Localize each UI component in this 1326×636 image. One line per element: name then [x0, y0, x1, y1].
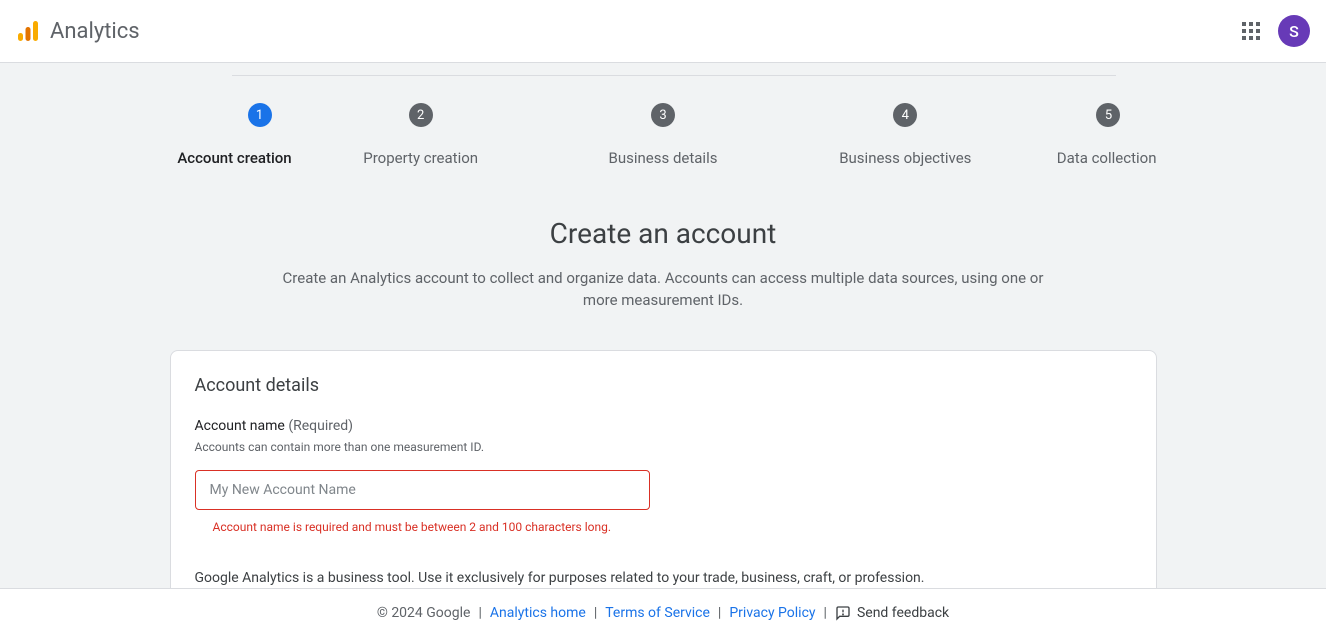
step-number: 4 [893, 103, 917, 127]
field-help: Accounts can contain more than one measu… [195, 440, 1132, 454]
step-number: 2 [409, 103, 433, 127]
link-analytics-home[interactable]: Analytics home [490, 605, 586, 621]
step-label: Business details [609, 149, 718, 167]
step-connector [762, 75, 986, 76]
page-subtitle: Create an Analytics account to collect a… [278, 268, 1048, 312]
link-privacy-policy[interactable]: Privacy Policy [729, 605, 815, 621]
separator: | [478, 605, 481, 621]
copyright: © 2024 Google [377, 605, 471, 621]
separator: | [718, 605, 721, 621]
account-details-card: Account details Account name (Required) … [170, 350, 1157, 613]
content-area: 1 Account creation 2 Property creation 3… [0, 63, 1326, 636]
app-header: Analytics S [0, 0, 1326, 63]
step-connector [562, 75, 762, 76]
step-label: Property creation [363, 149, 478, 167]
link-terms-of-service[interactable]: Terms of Service [605, 605, 710, 621]
step-number: 3 [651, 103, 675, 127]
avatar-letter: S [1289, 22, 1299, 41]
step-label: Data collection [1057, 149, 1157, 167]
stepper: 1 Account creation 2 Property creation 3… [170, 63, 1157, 167]
apps-grid-icon[interactable] [1242, 22, 1260, 40]
feedback-label: Send feedback [857, 605, 949, 621]
step-business-objectives[interactable]: 4 Business objectives [784, 103, 1026, 167]
analytics-logo-icon [16, 19, 40, 43]
step-label: Account creation [177, 149, 291, 167]
step-connector [232, 75, 562, 76]
footer: © 2024 Google | Analytics home | Terms o… [0, 588, 1326, 636]
header-left: Analytics [16, 19, 140, 44]
avatar[interactable]: S [1278, 15, 1310, 47]
header-right: S [1242, 15, 1310, 47]
send-feedback-button[interactable]: Send feedback [835, 605, 949, 621]
step-account-creation[interactable]: 1 Account creation [170, 103, 300, 167]
title-block: Create an account Create an Analytics ac… [0, 217, 1326, 312]
card-note: Google Analytics is a business tool. Use… [195, 570, 1132, 586]
separator: | [824, 605, 827, 621]
step-number: 1 [248, 103, 272, 127]
step-connector [986, 75, 1116, 76]
step-property-creation[interactable]: 2 Property creation [300, 103, 542, 167]
account-name-input-wrap [195, 470, 650, 510]
app-title: Analytics [50, 19, 140, 44]
page-title: Create an account [0, 217, 1326, 250]
separator: | [594, 605, 597, 621]
field-label-row: Account name (Required) [195, 418, 1132, 434]
step-business-details[interactable]: 3 Business details [542, 103, 784, 167]
step-data-collection[interactable]: 5 Data collection [1026, 103, 1156, 167]
feedback-icon [835, 605, 851, 621]
required-hint: (Required) [288, 418, 353, 434]
step-number: 5 [1096, 103, 1120, 127]
card-title: Account details [195, 375, 1132, 396]
error-message: Account name is required and must be bet… [195, 520, 1132, 534]
account-name-input[interactable] [195, 470, 650, 510]
field-label: Account name [195, 418, 285, 434]
step-label: Business objectives [839, 149, 971, 167]
